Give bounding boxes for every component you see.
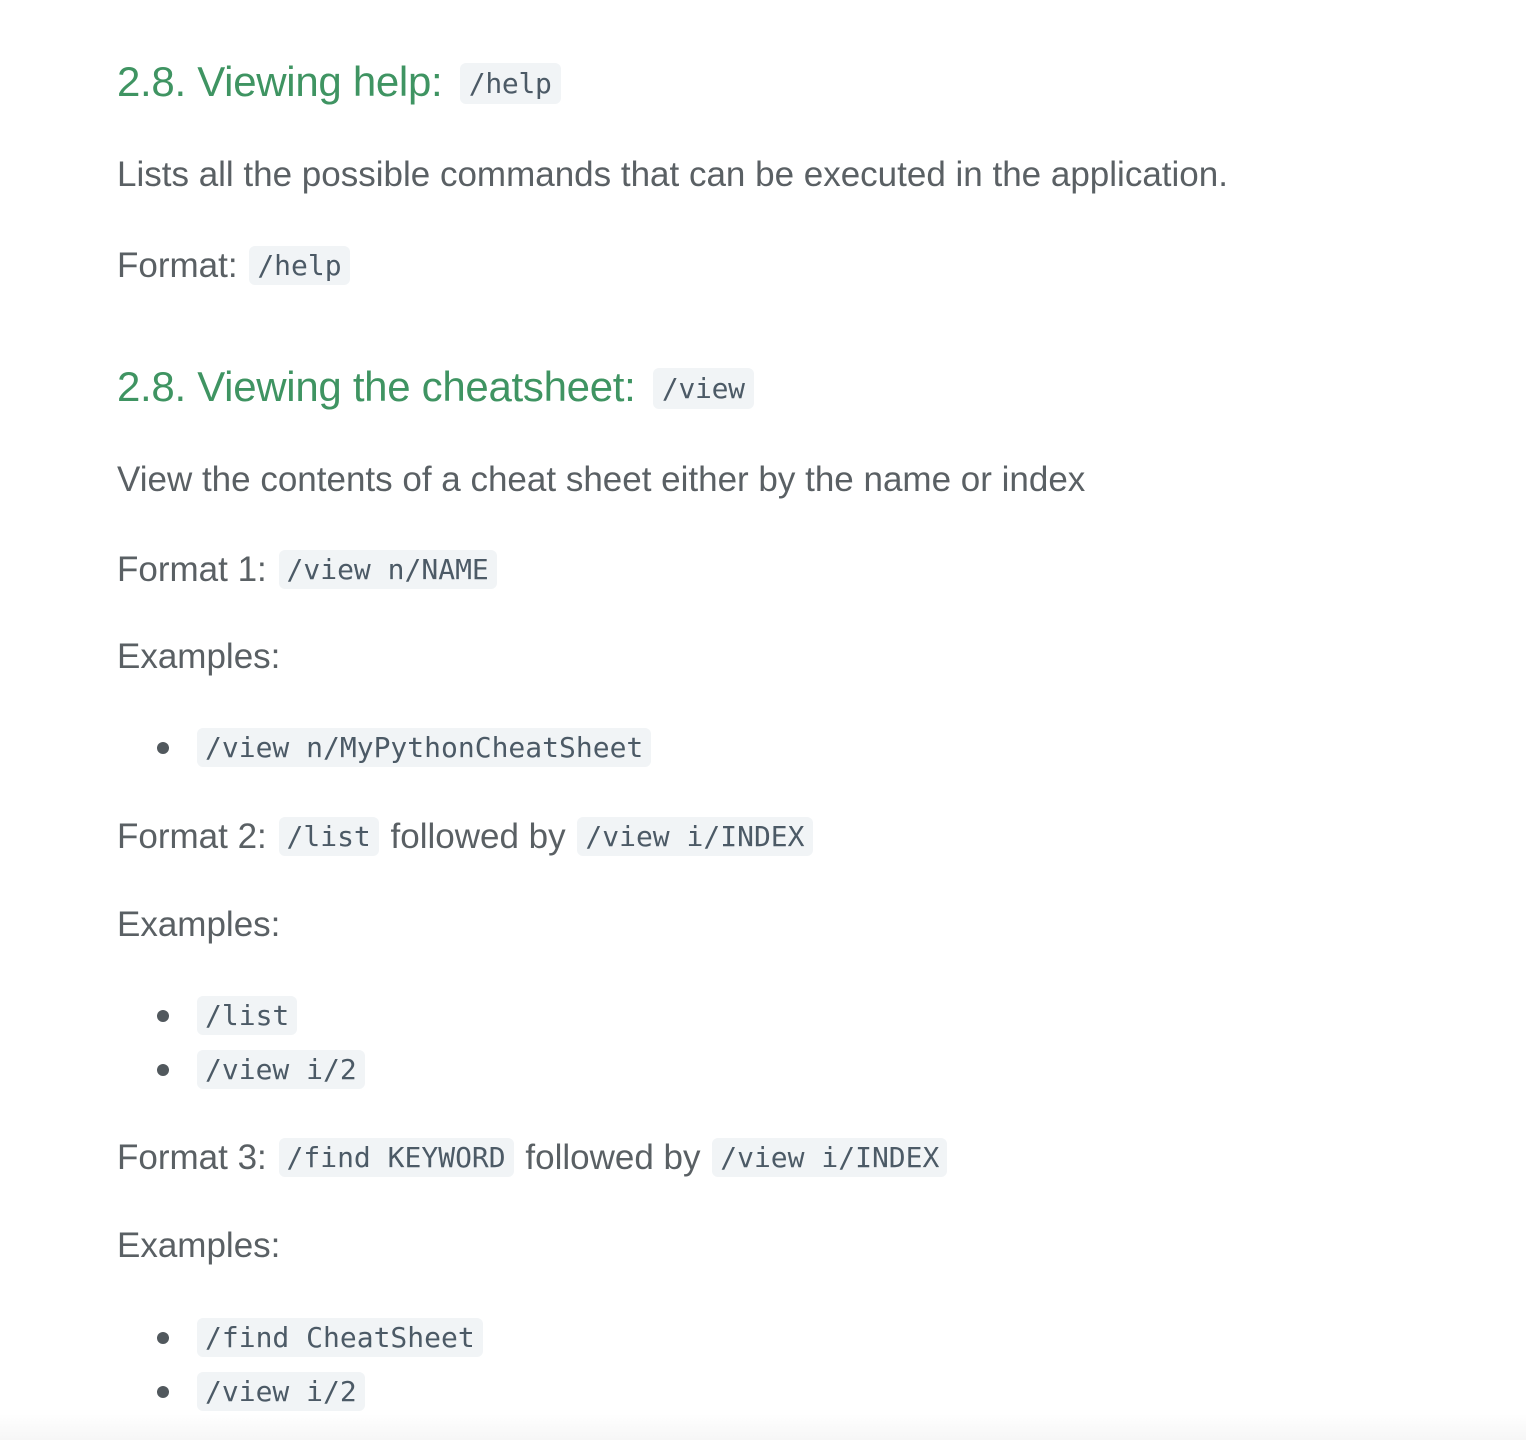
format-label: Format 3: xyxy=(117,1138,267,1177)
inline-code: /find CheatSheet xyxy=(197,1318,483,1357)
bullet-icon xyxy=(157,1332,169,1344)
view-description: View the contents of a cheat sheet eithe… xyxy=(117,460,1086,499)
bullet-icon xyxy=(157,1064,169,1076)
bullet-icon xyxy=(157,1010,169,1022)
examples-label: Examples: xyxy=(117,1226,281,1265)
examples-label: Examples: xyxy=(117,637,281,676)
format-label: Format 1: xyxy=(117,550,267,589)
list-item: /find CheatSheet xyxy=(157,1311,483,1365)
view-format-1: Format 1: /view n/NAME xyxy=(117,547,499,593)
inline-code: /view i/INDEX xyxy=(577,817,813,856)
help-description: Lists all the possible commands that can… xyxy=(117,155,1228,194)
inline-code: /view xyxy=(652,368,754,409)
inline-code: /view i/2 xyxy=(197,1372,365,1411)
examples-list-2: /list /view i/2 xyxy=(157,989,365,1097)
section-heading-help: 2.8. Viewing help: /help xyxy=(117,56,561,110)
inline-code: /view i/INDEX xyxy=(712,1138,948,1177)
inline-code: /view n/NAME xyxy=(278,550,497,589)
inline-code: /help xyxy=(459,63,561,104)
heading-text: 2.8. Viewing help: xyxy=(117,58,443,105)
inline-code: /list xyxy=(278,817,379,856)
examples-label: Examples: xyxy=(117,905,281,944)
view-format-3: Format 3: /find KEYWORD followed by /vie… xyxy=(117,1135,949,1181)
help-format: Format: /help xyxy=(117,243,352,289)
bullet-icon xyxy=(157,742,169,754)
format-label: Format 2: xyxy=(117,817,267,856)
connector-text: followed by xyxy=(390,817,566,856)
heading-text: 2.8. Viewing the cheatsheet: xyxy=(117,363,636,410)
connector-text: followed by xyxy=(525,1138,701,1177)
inline-code: /find KEYWORD xyxy=(278,1138,514,1177)
bottom-edge-shadow xyxy=(0,1414,1526,1440)
list-item: /view i/2 xyxy=(157,1043,365,1097)
examples-list-1: /view n/MyPythonCheatSheet xyxy=(157,721,652,775)
list-item: /list xyxy=(157,989,365,1043)
inline-code: /view i/2 xyxy=(197,1050,365,1089)
format-label: Format: xyxy=(117,246,238,285)
inline-code: /help xyxy=(249,246,350,285)
list-item: /view i/2 xyxy=(157,1365,483,1419)
bullet-icon xyxy=(157,1386,169,1398)
examples-list-3: /find CheatSheet /view i/2 xyxy=(157,1311,483,1419)
list-item: /view n/MyPythonCheatSheet xyxy=(157,721,652,775)
inline-code: /view n/MyPythonCheatSheet xyxy=(197,728,652,767)
inline-code: /list xyxy=(197,996,298,1035)
section-heading-view: 2.8. Viewing the cheatsheet: /view xyxy=(117,361,754,415)
view-format-2: Format 2: /list followed by /view i/INDE… xyxy=(117,814,815,860)
